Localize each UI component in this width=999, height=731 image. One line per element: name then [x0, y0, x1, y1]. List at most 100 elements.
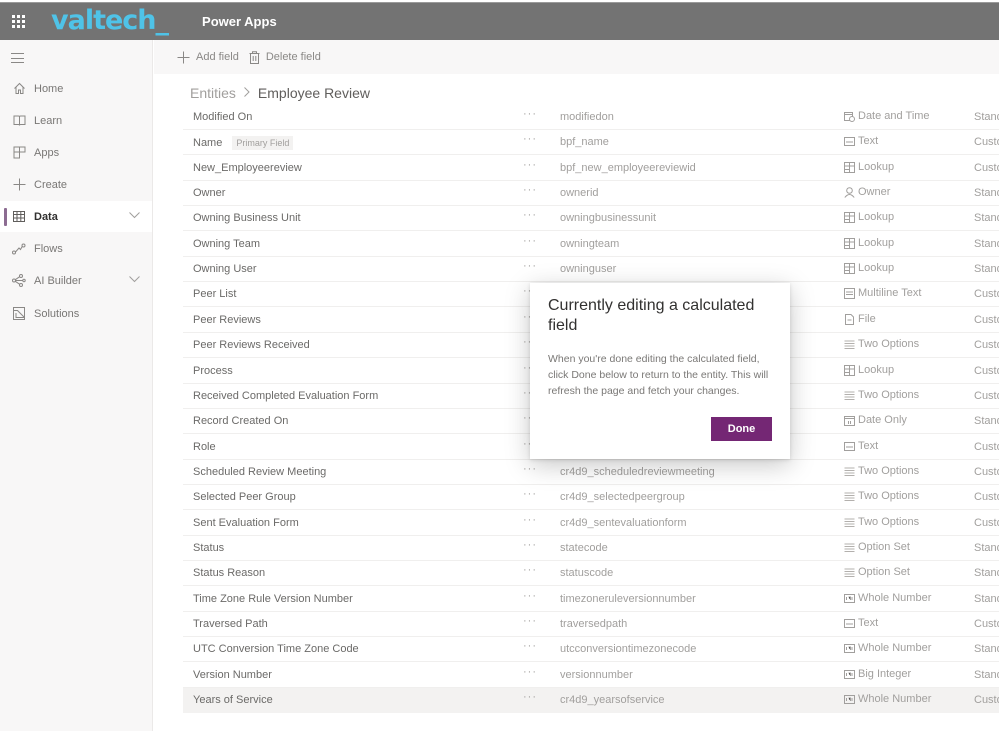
- sidebar-item-create[interactable]: Create: [0, 169, 152, 200]
- options-icon: [844, 517, 855, 528]
- field-display-name[interactable]: Role: [193, 441, 216, 453]
- table-row[interactable]: Name Primary Field ··· bpf_name Text Custom: [183, 130, 999, 155]
- field-name-cell: Sent Evaluation Form: [193, 517, 299, 529]
- sidebar-item-data[interactable]: Data: [0, 201, 152, 232]
- more-options-icon[interactable]: ···: [523, 260, 537, 272]
- table-row[interactable]: Years of Service ··· cr4d9_yearsofservice W…: [183, 688, 999, 713]
- table-row[interactable]: Selected Peer Group ··· cr4d9_selectedpeer…: [183, 485, 999, 510]
- field-type-label: Two Options: [858, 516, 920, 528]
- field-display-name[interactable]: Owner: [193, 187, 225, 199]
- table-row[interactable]: Owning User ··· owninguser Lookup Standard: [183, 257, 999, 282]
- field-display-name[interactable]: UTC Conversion Time Zone Code: [193, 643, 359, 655]
- add-field-label: Add field: [196, 51, 239, 63]
- hamburger-menu-icon[interactable]: [11, 53, 24, 63]
- field-display-name[interactable]: Sent Evaluation Form: [193, 517, 299, 529]
- field-display-name[interactable]: Owning Business Unit: [193, 212, 301, 224]
- more-options-icon[interactable]: ···: [523, 539, 537, 551]
- more-options-icon[interactable]: ···: [523, 691, 537, 703]
- table-icon: [12, 210, 26, 224]
- more-options-icon[interactable]: ···: [523, 184, 537, 196]
- sidebar-item-learn[interactable]: Learn: [0, 105, 152, 136]
- table-row[interactable]: Owning Business Unit ··· owningbusinessuni…: [183, 206, 999, 231]
- more-options-icon[interactable]: ···: [523, 640, 537, 652]
- field-display-name[interactable]: Time Zone Rule Version Number: [193, 593, 353, 605]
- plus-icon: [12, 178, 26, 192]
- sidebar-item-label: Solutions: [34, 307, 80, 320]
- field-name-cell: Peer List: [193, 288, 236, 300]
- field-type-cell: Multiline Text: [844, 287, 921, 299]
- field-schema-name: cr4d9_sentevaluationform: [560, 517, 687, 529]
- more-options-icon[interactable]: ···: [523, 590, 537, 602]
- chevron-down-icon[interactable]: [129, 274, 140, 286]
- field-type-label: Option Set: [858, 541, 910, 553]
- done-button[interactable]: Done: [711, 417, 772, 441]
- more-options-icon[interactable]: ···: [523, 615, 537, 627]
- field-display-name[interactable]: Record Created On: [193, 415, 288, 427]
- table-row[interactable]: UTC Conversion Time Zone Code ··· utcconve…: [183, 637, 999, 662]
- sidebar-item-flows[interactable]: Flows: [0, 233, 152, 264]
- field-display-name[interactable]: Name: [193, 137, 222, 149]
- delete-field-button[interactable]: Delete field: [249, 50, 321, 64]
- field-schema-name: owningbusinessunit: [560, 212, 657, 224]
- field-display-name[interactable]: Process: [193, 365, 233, 377]
- table-row[interactable]: Sent Evaluation Form ··· cr4d9_sentevaluat…: [183, 511, 999, 536]
- field-display-name[interactable]: Owning Team: [193, 238, 260, 250]
- field-name-cell: Scheduled Review Meeting: [193, 466, 326, 478]
- field-display-name[interactable]: Selected Peer Group: [193, 491, 296, 503]
- apps-icon: [12, 146, 26, 160]
- table-row[interactable]: Traversed Path ··· traversedpath Text Custom: [183, 612, 999, 637]
- number-icon: [844, 669, 855, 680]
- table-row[interactable]: Time Zone Rule Version Number ··· timezone…: [183, 587, 999, 612]
- chevron-down-icon[interactable]: [129, 210, 140, 222]
- more-options-icon[interactable]: ···: [523, 514, 537, 526]
- field-type-label: Whole Number: [858, 592, 932, 604]
- field-display-name[interactable]: New_Employeereview: [193, 162, 302, 174]
- more-options-icon[interactable]: ···: [523, 463, 537, 475]
- app-launcher-button[interactable]: [1, 3, 35, 41]
- sidebar-item-solutions[interactable]: Solutions: [0, 298, 152, 329]
- field-display-name[interactable]: Version Number: [193, 669, 272, 681]
- more-options-icon[interactable]: ···: [523, 666, 537, 678]
- table-row[interactable]: Version Number ··· versionnumber Big Intege…: [183, 663, 999, 688]
- table-row[interactable]: Status Reason ··· statuscode Option Set Stan…: [183, 561, 999, 586]
- brand-logo[interactable]: valtech_: [51, 2, 169, 40]
- field-name-cell: Owning Business Unit: [193, 212, 301, 224]
- field-display-name[interactable]: Peer Reviews Received: [193, 339, 310, 351]
- field-display-name[interactable]: Peer Reviews: [193, 314, 261, 326]
- field-display-name[interactable]: Years of Service: [193, 694, 273, 706]
- field-type-cell: Lookup: [844, 237, 894, 249]
- command-bar: Add field Delete field: [154, 40, 999, 74]
- more-options-icon[interactable]: ···: [523, 133, 537, 145]
- table-row[interactable]: Modified On ··· modifiedon Date and Time Sta…: [183, 105, 999, 130]
- field-type-cell: Whole Number: [844, 592, 931, 604]
- sidebar-item-apps[interactable]: Apps: [0, 137, 152, 168]
- field-display-name[interactable]: Traversed Path: [193, 618, 268, 630]
- more-options-icon[interactable]: ···: [523, 564, 537, 576]
- options-icon: [844, 390, 855, 401]
- field-kind-label: Standard: [974, 643, 999, 655]
- sidebar-item-home[interactable]: Home: [0, 73, 152, 104]
- app-name[interactable]: Power Apps: [202, 14, 277, 29]
- table-row[interactable]: Status ··· statecode Option Set Standard: [183, 536, 999, 561]
- field-display-name[interactable]: Scheduled Review Meeting: [193, 466, 326, 478]
- more-options-icon[interactable]: ···: [523, 235, 537, 247]
- more-options-icon[interactable]: ···: [523, 209, 537, 221]
- field-type-label: Text: [858, 617, 879, 629]
- field-display-name[interactable]: Status Reason: [193, 567, 265, 579]
- table-row[interactable]: Scheduled Review Meeting ··· cr4d9_schedul…: [183, 460, 999, 485]
- field-type-label: Two Options: [858, 490, 920, 502]
- field-display-name[interactable]: Peer List: [193, 288, 236, 300]
- field-display-name[interactable]: Received Completed Evaluation Form: [193, 390, 378, 402]
- table-row[interactable]: Owning Team ··· owningteam Lookup Standard: [183, 232, 999, 257]
- field-display-name[interactable]: Owning User: [193, 263, 257, 275]
- sidebar-item-ai-builder[interactable]: AI Builder: [0, 265, 152, 296]
- field-display-name[interactable]: Modified On: [193, 111, 252, 123]
- breadcrumb-entities-link[interactable]: Entities: [190, 85, 236, 101]
- table-row[interactable]: Owner ··· ownerid Owner Standard: [183, 181, 999, 206]
- table-row[interactable]: New_Employeereview ··· bpf_new_employeerev…: [183, 156, 999, 181]
- add-field-button[interactable]: Add field: [177, 51, 239, 64]
- more-options-icon[interactable]: ···: [523, 159, 537, 171]
- more-options-icon[interactable]: ···: [523, 108, 537, 120]
- field-display-name[interactable]: Status: [193, 542, 224, 554]
- more-options-icon[interactable]: ···: [523, 488, 537, 500]
